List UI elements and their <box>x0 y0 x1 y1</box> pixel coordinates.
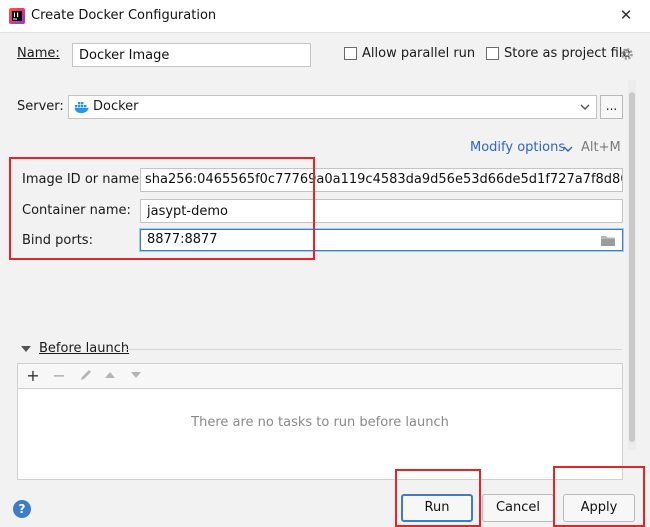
allow-parallel-label: Allow parallel run <box>362 46 476 61</box>
bind-ports-input[interactable]: 8877:8877 <box>140 229 623 251</box>
add-icon[interactable]: + <box>25 368 41 384</box>
before-launch-title: Before launch <box>39 341 129 356</box>
chevron-down-icon <box>580 104 590 110</box>
collapse-triangle-icon[interactable] <box>21 345 31 353</box>
image-id-input[interactable]: sha256:0465565f0c77769a0a119c4583da9d56e… <box>140 168 623 192</box>
image-id-label: Image ID or name: <box>22 172 144 187</box>
container-name-label: Container name: <box>22 203 131 218</box>
container-name-input[interactable] <box>140 199 623 223</box>
before-launch-separator <box>125 349 622 350</box>
name-label: Name: <box>17 46 60 61</box>
server-browse-button[interactable]: ... <box>600 95 623 119</box>
gear-icon[interactable] <box>620 47 634 61</box>
docker-icon <box>74 102 89 114</box>
modify-options-shortcut: Alt+M <box>581 140 621 155</box>
before-launch-empty-text: There are no tasks to run before launch <box>191 415 449 430</box>
bind-ports-label: Bind ports: <box>22 233 93 248</box>
apply-button[interactable]: Apply <box>563 494 635 522</box>
server-label: Server: <box>17 99 64 114</box>
name-label-text: Name: <box>17 46 60 61</box>
scrollbar-thumb[interactable] <box>629 92 635 442</box>
server-value: Docker <box>93 99 139 114</box>
intellij-app-icon <box>9 8 25 24</box>
help-icon[interactable]: ? <box>13 500 31 518</box>
remove-icon[interactable]: − <box>51 368 67 384</box>
allow-parallel-checkbox[interactable] <box>344 47 357 60</box>
before-launch-task-list <box>17 388 623 480</box>
folder-icon[interactable] <box>600 234 616 247</box>
move-down-icon[interactable] <box>130 370 142 380</box>
window-title: Create Docker Configuration <box>31 8 217 23</box>
store-project-checkbox[interactable] <box>486 47 499 60</box>
before-launch-title-text: Before launch <box>39 341 130 356</box>
modify-options-link[interactable]: Modify options <box>470 140 565 155</box>
close-icon[interactable]: ✕ <box>616 5 636 25</box>
chevron-down-icon <box>563 146 573 152</box>
move-up-icon[interactable] <box>104 370 116 380</box>
name-input[interactable] <box>72 43 311 67</box>
cancel-button[interactable]: Cancel <box>482 494 554 522</box>
run-button[interactable]: Run <box>401 494 473 522</box>
edit-icon[interactable] <box>79 368 93 382</box>
store-project-label: Store as project file <box>504 46 631 61</box>
server-combobox[interactable] <box>68 95 597 119</box>
